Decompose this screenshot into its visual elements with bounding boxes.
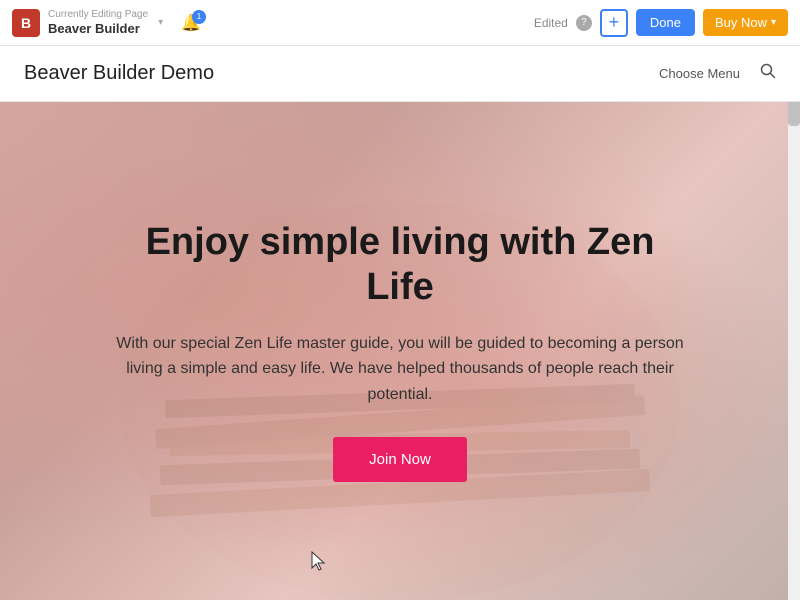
buy-now-button[interactable]: Buy Now ▾ (703, 9, 788, 36)
hero-title: Enjoy simple living with Zen Life (110, 220, 690, 311)
hero-content: Enjoy simple living with Zen Life With o… (90, 220, 710, 483)
site-nav: Choose Menu (659, 63, 776, 84)
admin-edited-label: Edited (534, 16, 568, 30)
buy-now-arrow-icon: ▾ (771, 17, 776, 28)
admin-subtitle: Currently Editing Page (48, 9, 148, 21)
admin-bell-button[interactable]: 🔔 1 (181, 13, 201, 33)
admin-title-group: Currently Editing Page Beaver Builder (48, 9, 148, 37)
buy-now-label: Buy Now (715, 15, 767, 30)
search-icon[interactable] (760, 63, 776, 84)
admin-bar: B Currently Editing Page Beaver Builder … (0, 0, 800, 46)
admin-title: Beaver Builder (48, 21, 148, 37)
done-button[interactable]: Done (636, 9, 695, 36)
admin-logo: B (12, 9, 40, 37)
choose-menu-button[interactable]: Choose Menu (659, 66, 740, 81)
admin-help-button[interactable]: ? (576, 15, 592, 31)
site-title: Beaver Builder Demo (24, 62, 214, 85)
admin-add-button[interactable]: + (600, 9, 628, 37)
hero-description: With our special Zen Life master guide, … (110, 331, 690, 408)
scrollbar[interactable] (788, 46, 800, 600)
hero-section: Enjoy simple living with Zen Life With o… (0, 102, 800, 600)
join-now-button[interactable]: Join Now (333, 437, 467, 482)
site-header: Beaver Builder Demo Choose Menu (0, 46, 800, 102)
admin-bell-badge: 1 (192, 10, 206, 24)
admin-dropdown-icon[interactable]: ▾ (158, 17, 163, 28)
